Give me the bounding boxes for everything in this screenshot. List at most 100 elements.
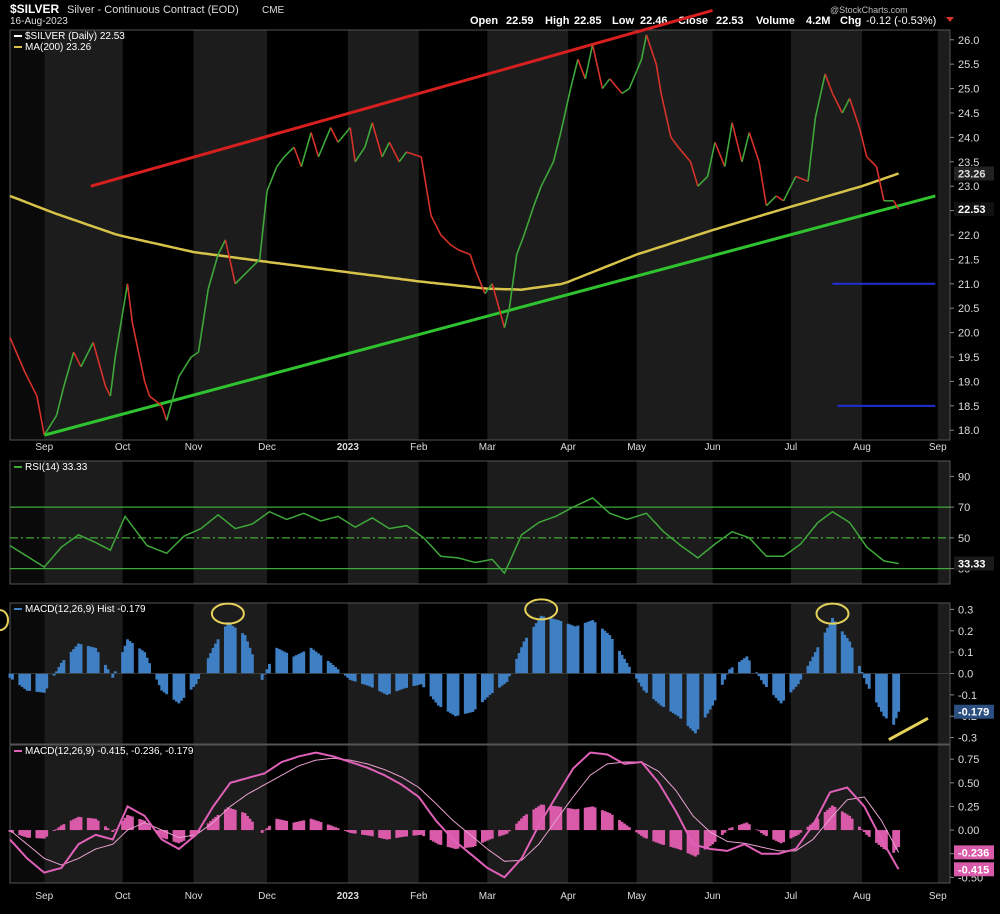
- macd-bar: [679, 830, 682, 850]
- month-band: [938, 461, 950, 584]
- hist-bar: [833, 621, 836, 673]
- month-band: [10, 745, 44, 883]
- symbol-label: $SILVER: [10, 2, 59, 16]
- high-value: 22.85: [574, 15, 602, 27]
- price-segment: [301, 158, 303, 167]
- price-segment: [130, 303, 132, 323]
- legend-label: MA(200) 23.26: [25, 42, 92, 53]
- price-segment: [624, 90, 626, 92]
- x-tick-label: Oct: [115, 891, 131, 902]
- x-tick-label: Nov: [185, 442, 203, 453]
- hist-bar: [542, 616, 545, 673]
- change-value: -0.12 (-0.53%): [866, 15, 936, 27]
- price-segment: [284, 154, 286, 156]
- stockcharts-chart: $SILVER Silver - Continuous Contract (EO…: [0, 0, 1000, 909]
- x-tick-label: Mar: [479, 442, 497, 453]
- y-tick-label: 24.0: [958, 132, 979, 144]
- price-segment: [279, 160, 281, 163]
- price-segment: [468, 254, 470, 255]
- price-segment: [877, 167, 879, 178]
- macd-value-label: -0.415: [958, 864, 989, 876]
- price-segment: [725, 152, 727, 167]
- macd-bar: [251, 822, 254, 831]
- hist-bar: [696, 674, 699, 730]
- price-segment: [458, 250, 465, 253]
- macd-bar: [696, 830, 699, 855]
- price-segment: [140, 358, 142, 370]
- price-segment: [456, 248, 458, 250]
- x-tick-label: Sep: [35, 891, 53, 902]
- macd-bar: [508, 830, 511, 831]
- hist-bar: [11, 674, 14, 680]
- hist-bar: [662, 674, 665, 708]
- macd-bar: [628, 827, 631, 830]
- x-tick-label: Mar: [479, 891, 497, 902]
- macd-bar: [748, 824, 751, 830]
- macd-bar: [439, 830, 442, 845]
- x-tick-label: Apr: [560, 442, 576, 453]
- signal-value-label: -0.236: [958, 847, 989, 859]
- month-band: [44, 461, 122, 584]
- price-segment: [585, 67, 587, 78]
- month-band: [938, 30, 950, 440]
- price-segment: [424, 172, 431, 216]
- hist-bar: [268, 664, 271, 674]
- macd-bar: [45, 830, 48, 837]
- macd-bar: [405, 830, 408, 836]
- macd-bar: [28, 830, 31, 838]
- price-segment: [269, 167, 276, 185]
- x-tick-label: Feb: [410, 891, 428, 902]
- macd-bar: [525, 814, 528, 830]
- price-segment: [145, 381, 147, 388]
- macd-bar: [111, 830, 114, 832]
- price-segment: [764, 191, 766, 206]
- macd-bar: [868, 830, 871, 837]
- open-value: 22.59: [506, 15, 534, 27]
- x-tick-label: Oct: [115, 442, 131, 453]
- month-band: [194, 461, 267, 584]
- x-tick-label: Nov: [185, 891, 203, 902]
- price-segment: [869, 159, 876, 166]
- y-tick-label: 20.0: [958, 328, 979, 340]
- price-segment: [431, 215, 433, 220]
- hist-bar: [611, 639, 614, 673]
- hist-bar: [80, 644, 83, 673]
- close-value: 22.53: [716, 15, 744, 27]
- hist-bar: [165, 674, 168, 695]
- price-segment: [568, 89, 570, 100]
- y-tick-label: 20.5: [958, 303, 979, 315]
- price-y-axis: 18.018.519.019.520.020.521.021.522.022.5…: [950, 35, 979, 437]
- hist-bar: [576, 626, 579, 674]
- x-tick-label: May: [627, 891, 646, 902]
- month-band: [10, 30, 44, 440]
- macd-bar: [388, 830, 391, 839]
- macd-bar: [302, 820, 305, 830]
- macd-bar: [765, 830, 768, 836]
- macd-bar: [897, 830, 900, 847]
- hist-bar: [645, 674, 648, 693]
- y-tick-label: 26.0: [958, 35, 979, 47]
- month-band: [487, 30, 568, 440]
- hist-bar: [422, 674, 425, 688]
- month-band: [938, 745, 950, 883]
- hist-bar: [302, 652, 305, 674]
- macd-bar: [559, 807, 562, 830]
- y-tick-label: 0.3: [958, 604, 973, 616]
- price-segment: [864, 147, 866, 157]
- hist-bar: [388, 674, 391, 694]
- price-segment: [167, 394, 174, 420]
- macd-bar: [285, 821, 288, 830]
- price-segment: [345, 131, 347, 134]
- macd-bar: [645, 830, 648, 839]
- hist-bar: [405, 674, 408, 688]
- hist-bar: [885, 674, 888, 719]
- price-segment: [150, 396, 157, 402]
- y-tick-label: 0.0: [958, 669, 973, 681]
- price-segment: [296, 154, 298, 161]
- price-segment: [620, 91, 622, 94]
- hist-bar: [474, 674, 477, 710]
- x-tick-label: Jul: [784, 891, 797, 902]
- hist-bar: [679, 674, 682, 719]
- macd-bar: [799, 830, 802, 833]
- hist-bar: [148, 663, 151, 673]
